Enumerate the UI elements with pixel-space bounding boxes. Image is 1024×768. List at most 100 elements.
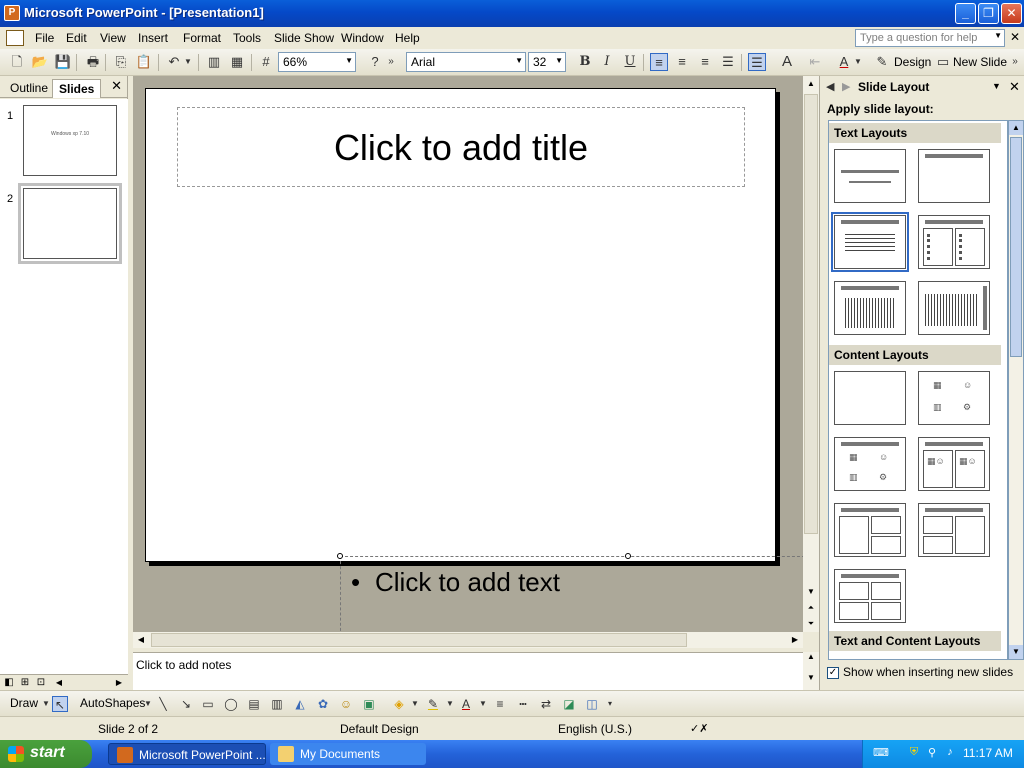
- help-icon[interactable]: ?: [366, 53, 384, 71]
- security-shield-icon[interactable]: ⛨: [907, 746, 921, 760]
- volume-icon[interactable]: ♪: [943, 746, 957, 760]
- scroll-up-icon[interactable]: ▲: [1009, 121, 1023, 135]
- scroll-down-icon[interactable]: ▼: [803, 584, 819, 600]
- grid-icon[interactable]: #: [257, 53, 275, 71]
- layout-blank[interactable]: [834, 371, 906, 425]
- show-when-inserting-option[interactable]: ✓ Show when inserting new slides: [827, 665, 1013, 679]
- slide-canvas[interactable]: Click to add title: [145, 88, 776, 562]
- layout-title-and-two-column-text[interactable]: [918, 215, 990, 269]
- toolbar-options-icon[interactable]: »: [1010, 53, 1020, 71]
- close-window-button[interactable]: ✕: [1001, 3, 1022, 24]
- menu-edit[interactable]: Edit: [66, 31, 87, 45]
- font-size-select[interactable]: 32 ▼: [528, 52, 566, 72]
- taskbar-item-powerpoint[interactable]: Microsoft PowerPoint ...: [108, 743, 266, 765]
- chevron-down-icon[interactable]: ▼: [992, 81, 1001, 91]
- scroll-thumb[interactable]: [1010, 137, 1022, 357]
- keyboard-icon[interactable]: ⌨: [873, 746, 889, 760]
- save-icon[interactable]: 💾: [54, 53, 72, 71]
- align-center-icon[interactable]: ≡: [673, 53, 691, 71]
- layout-title-and-text[interactable]: [831, 212, 909, 272]
- slide-horizontal-scrollbar[interactable]: ◀ ▶: [133, 632, 803, 648]
- tab-slides[interactable]: Slides: [52, 79, 102, 98]
- layout-vertical-title-and-text[interactable]: [918, 281, 990, 335]
- scroll-thumb[interactable]: [151, 633, 687, 647]
- fill-color-icon[interactable]: ◈: [391, 696, 407, 712]
- close-document-button[interactable]: ✕: [1010, 30, 1020, 44]
- notes-pane[interactable]: Click to add notes: [133, 652, 803, 690]
- line-color-icon[interactable]: ✎: [425, 696, 441, 712]
- previous-slide-icon[interactable]: ⏶: [803, 600, 819, 616]
- chevron-down-icon[interactable]: ▼: [140, 696, 156, 712]
- layout-title-only[interactable]: [918, 149, 990, 203]
- scroll-up-icon[interactable]: ▲: [803, 76, 819, 92]
- rectangle-icon[interactable]: ▭: [200, 696, 216, 712]
- font-color-icon[interactable]: A: [458, 696, 474, 712]
- select-pointer-icon[interactable]: ↖: [52, 696, 68, 712]
- copy-icon[interactable]: ⎘: [112, 53, 130, 71]
- task-pane-scrollbar[interactable]: ▲ ▼: [1008, 120, 1024, 660]
- scroll-down-icon[interactable]: ▼: [803, 673, 819, 682]
- layout-title-and-four-content[interactable]: [834, 569, 906, 623]
- layout-title-content-and-two-content[interactable]: [834, 503, 906, 557]
- insert-table-icon[interactable]: ▦: [228, 53, 246, 71]
- scroll-thumb[interactable]: [804, 94, 818, 534]
- chevron-down-icon[interactable]: ▼: [555, 56, 563, 65]
- autoshapes-menu-button[interactable]: AutoShapes: [80, 696, 145, 710]
- undo-dropdown-icon[interactable]: ▼: [183, 53, 193, 71]
- line-icon[interactable]: ╲: [155, 696, 171, 712]
- title-placeholder[interactable]: Click to add title: [177, 107, 745, 187]
- layout-title-and-two-content[interactable]: ▦☺ ▦☺: [918, 437, 990, 491]
- scroll-right-icon[interactable]: ▶: [787, 632, 803, 648]
- layout-title-and-content[interactable]: ▦ ☺ ▥ ⚙: [834, 437, 906, 491]
- slide-show-view-icon[interactable]: ⊡: [34, 676, 48, 689]
- minimize-button[interactable]: _: [955, 3, 976, 24]
- chevron-down-icon[interactable]: ▼: [994, 31, 1002, 40]
- next-slide-icon[interactable]: ⏷: [803, 616, 819, 632]
- bullets-icon[interactable]: ☰: [748, 53, 766, 71]
- network-icon[interactable]: ⚲: [925, 746, 939, 760]
- underline-button[interactable]: U: [621, 53, 639, 71]
- zoom-select[interactable]: 66% ▼: [278, 52, 356, 72]
- paste-icon[interactable]: 📋: [135, 53, 153, 71]
- font-color-icon[interactable]: A: [835, 53, 853, 71]
- diagram-icon[interactable]: ✿: [315, 696, 331, 712]
- menu-slide-show[interactable]: Slide Show: [274, 31, 334, 45]
- 3d-style-icon[interactable]: ◫: [584, 696, 600, 712]
- scroll-left-icon[interactable]: ◀: [52, 676, 66, 689]
- increase-font-size-icon[interactable]: A: [778, 53, 796, 71]
- menu-file[interactable]: File: [35, 31, 54, 45]
- start-button[interactable]: start: [0, 740, 92, 768]
- forward-arrow-icon[interactable]: ▶: [842, 80, 850, 93]
- oval-icon[interactable]: ◯: [223, 696, 239, 712]
- normal-view-icon[interactable]: ◧: [2, 676, 16, 689]
- scroll-down-icon[interactable]: ▼: [1009, 645, 1023, 659]
- slide-vertical-scrollbar[interactable]: ▲ ▼ ⏶ ⏷: [803, 76, 819, 632]
- align-right-icon[interactable]: ≡: [696, 53, 714, 71]
- line-style-icon[interactable]: ≡: [492, 696, 508, 712]
- scroll-right-icon[interactable]: ▶: [112, 676, 126, 689]
- font-select[interactable]: Arial ▼: [406, 52, 526, 72]
- show-when-inserting-checkbox[interactable]: ✓: [827, 666, 839, 679]
- bold-button[interactable]: B: [576, 53, 594, 71]
- tab-outline[interactable]: Outline: [4, 79, 54, 98]
- arrow-style-icon[interactable]: ⇄: [538, 696, 554, 712]
- text-box-icon[interactable]: ▤: [246, 696, 262, 712]
- design-button[interactable]: Design: [894, 55, 931, 69]
- chevron-down-icon[interactable]: ▼: [442, 696, 458, 712]
- menu-view[interactable]: View: [100, 31, 126, 45]
- new-slide-button[interactable]: New Slide: [953, 55, 1007, 69]
- font-color-dropdown-icon[interactable]: ▼: [853, 53, 863, 71]
- arrow-icon[interactable]: ↘: [178, 696, 194, 712]
- italic-button[interactable]: I: [598, 53, 616, 71]
- dash-style-icon[interactable]: ┅: [515, 696, 531, 712]
- toolbar-options-icon[interactable]: ▾: [602, 696, 618, 712]
- decrease-indent-icon[interactable]: ⇤: [806, 53, 824, 71]
- help-search-input[interactable]: Type a question for help ▼: [855, 29, 1005, 47]
- clipart-icon[interactable]: ☺: [338, 696, 354, 712]
- notes-scrollbar[interactable]: ▲ ▼: [803, 652, 819, 690]
- menu-format[interactable]: Format: [183, 31, 221, 45]
- taskbar-item-my-documents[interactable]: My Documents: [270, 743, 426, 765]
- picture-icon[interactable]: ▣: [361, 696, 377, 712]
- chevron-down-icon[interactable]: ▼: [407, 696, 423, 712]
- close-task-pane-button[interactable]: ✕: [1009, 79, 1020, 95]
